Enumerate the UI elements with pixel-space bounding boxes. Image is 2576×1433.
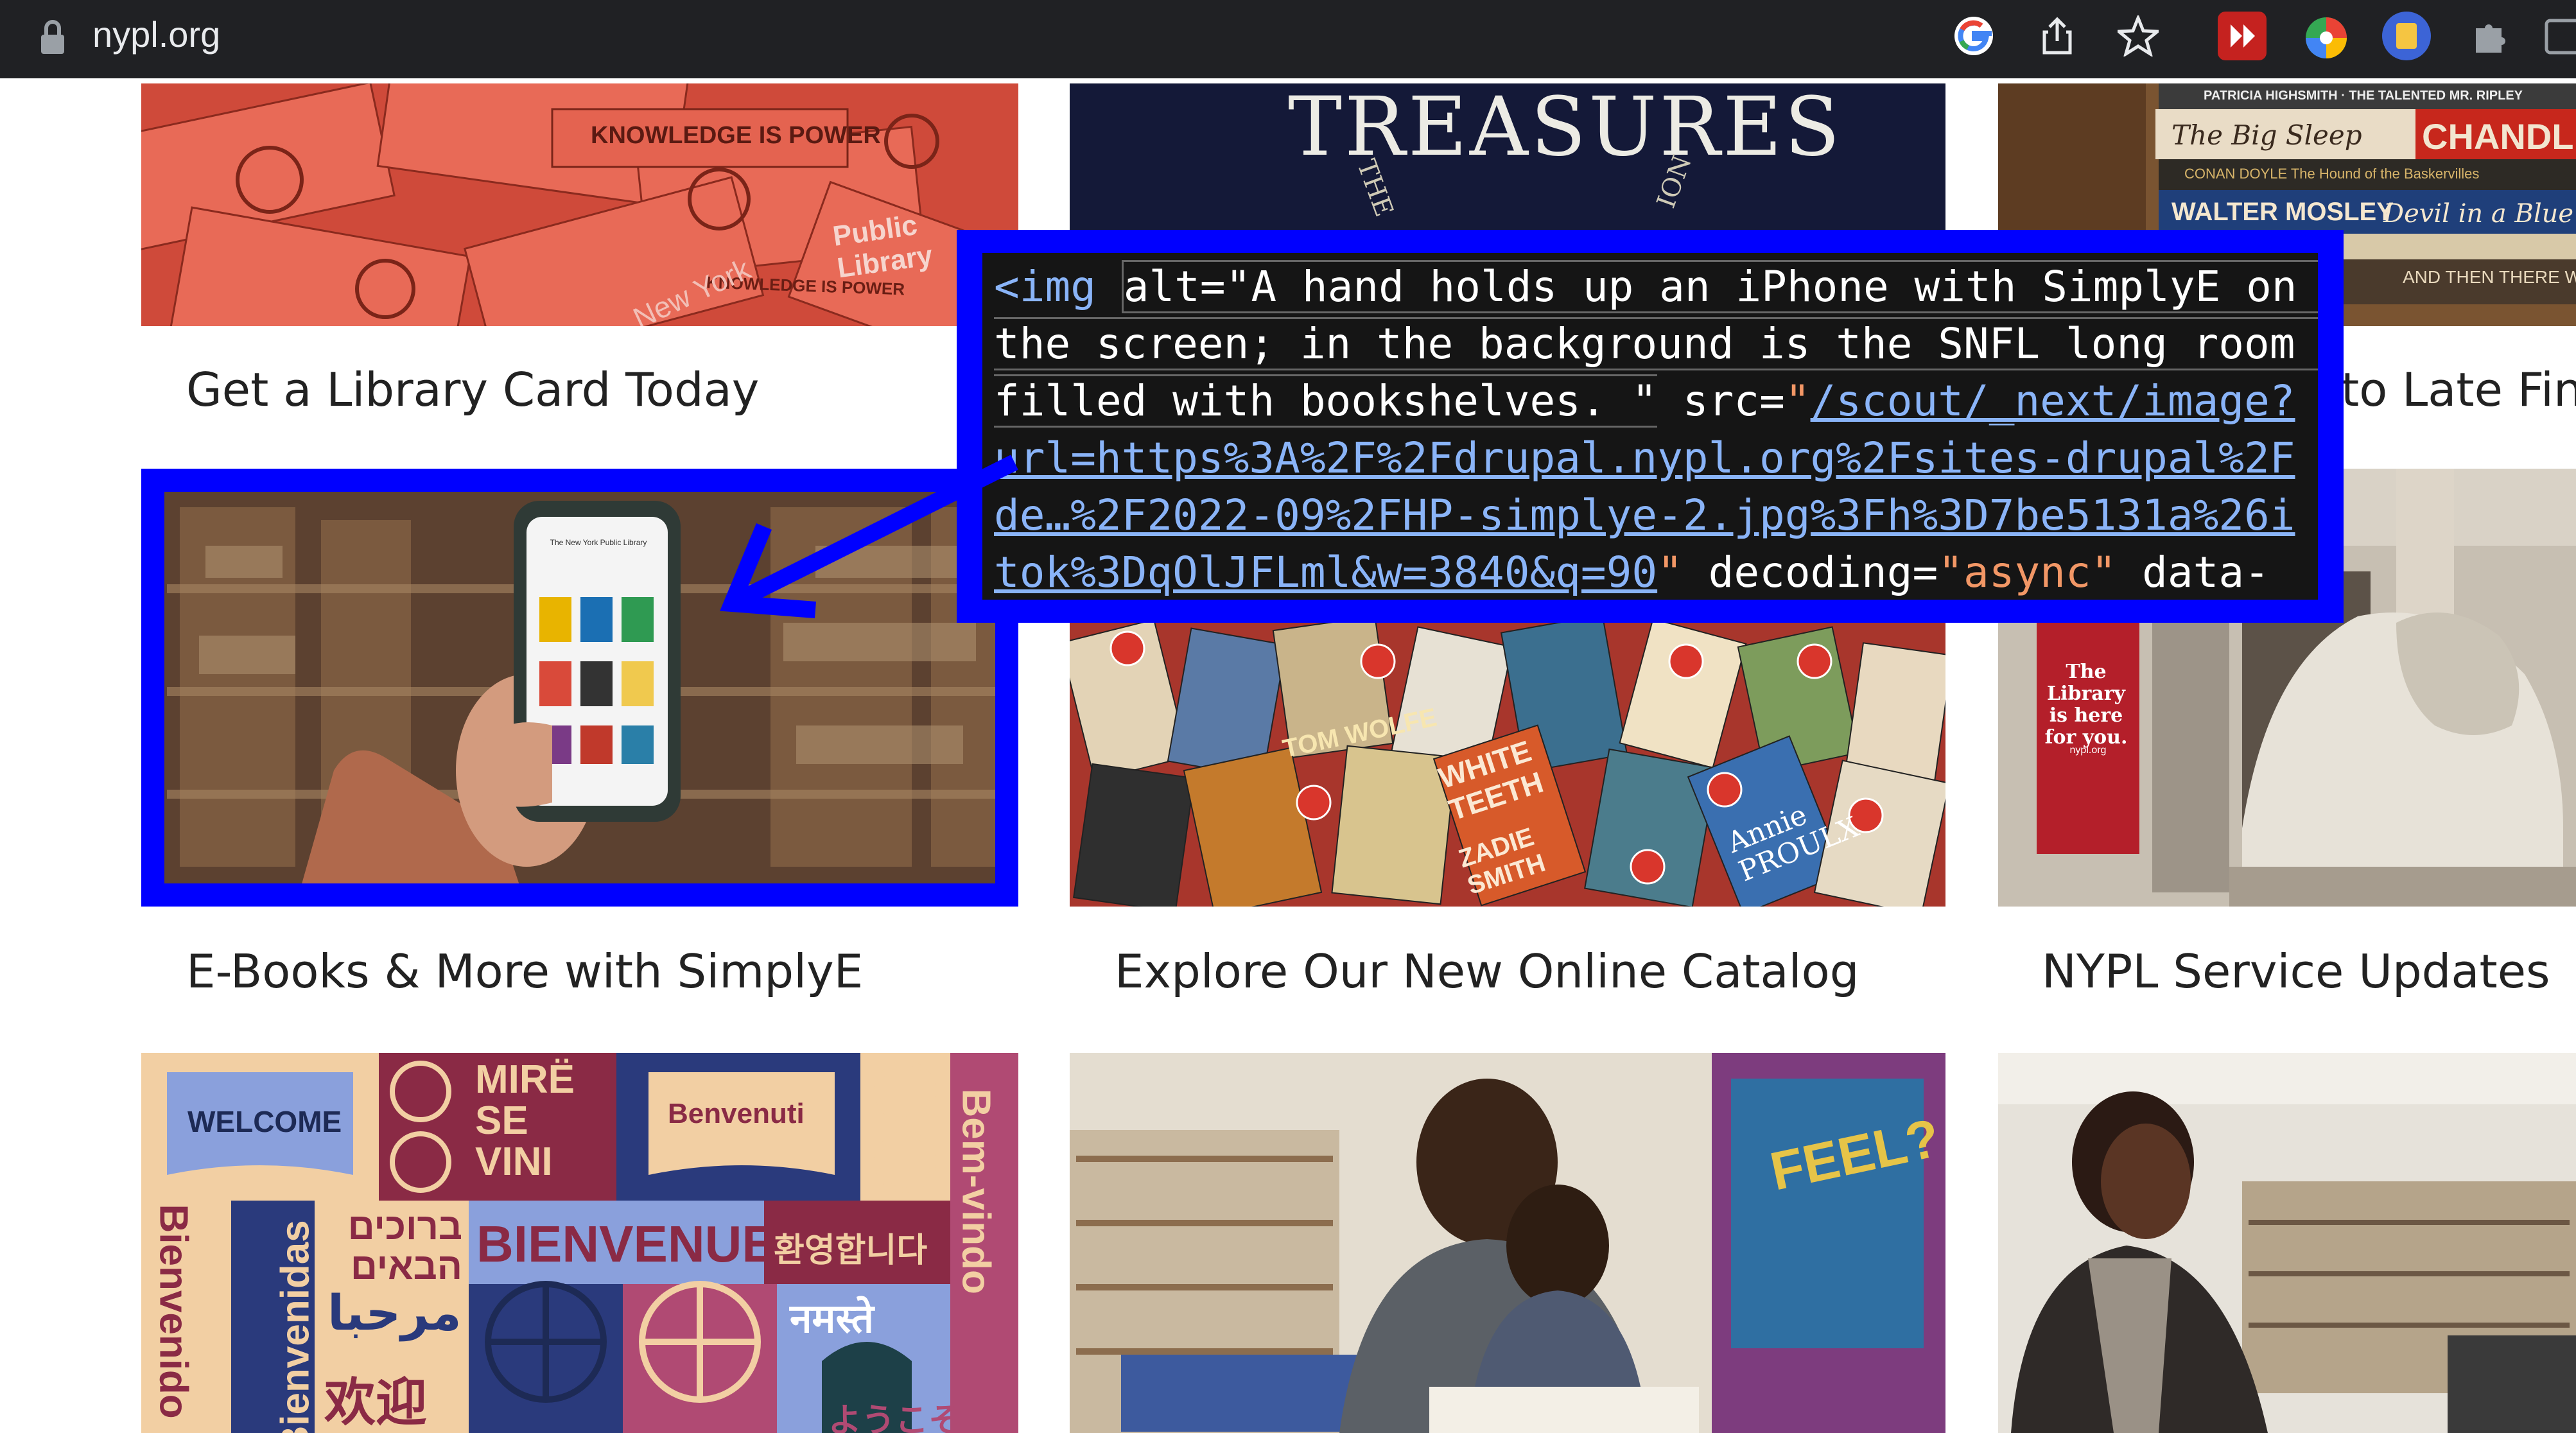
bienvenue-text: BIENVENUE bbox=[476, 1215, 776, 1272]
address-bar-url[interactable]: nypl.org bbox=[92, 14, 220, 55]
decoding-attr-token: decoding= bbox=[1682, 548, 1938, 597]
library-here-banner-text: The Library is here for you. bbox=[2044, 661, 2128, 749]
extensions-puzzle-icon[interactable] bbox=[2469, 15, 2511, 56]
welcome-languages-image[interactable]: WELCOME MIRË SE VINI Benvenuti ברוכים הב… bbox=[141, 1053, 1018, 1433]
library-card-image[interactable]: KNOWLEDGE IS POWER Public Library KNOWLE… bbox=[141, 83, 1018, 326]
chandler-spine-text: CHANDLER bbox=[2422, 116, 2576, 157]
bienvenido-text: Bienvenido bbox=[151, 1204, 196, 1419]
browser-toolbar: nypl.org bbox=[0, 0, 2576, 78]
card-title-library-card[interactable]: Get a Library Card Today bbox=[186, 361, 759, 419]
img-tag-token: <img bbox=[994, 262, 1096, 311]
card-title-service-updates[interactable]: NYPL Service Updates bbox=[2042, 942, 2550, 1000]
japanese-welcome-text: ようこそ bbox=[828, 1402, 962, 1433]
hebrew-welcome-text: ברוכים הבאים bbox=[347, 1206, 462, 1287]
bem-vindo-text: Bem-vindo bbox=[953, 1088, 998, 1294]
bienvenidas-text: Bienvenidas bbox=[273, 1220, 318, 1433]
bookmark-star-icon[interactable] bbox=[2118, 15, 2159, 56]
welcome-text: WELCOME bbox=[187, 1105, 342, 1138]
lock-icon bbox=[41, 20, 64, 54]
korean-welcome-text: 환영합니다 bbox=[774, 1232, 928, 1269]
and-then-spine-text: AND THEN THERE W bbox=[2403, 267, 2576, 287]
decoding-value-token: "async" bbox=[1938, 548, 2117, 597]
extension-color-wheel-icon[interactable] bbox=[2304, 15, 2349, 60]
data-attr-token: data- bbox=[2116, 548, 2270, 597]
arabic-welcome-text: مرحبا bbox=[327, 1286, 462, 1341]
knowledge-is-power-text: KNOWLEDGE IS POWER bbox=[591, 122, 881, 149]
big-sleep-spine-text: The Big Sleep bbox=[2171, 119, 2362, 151]
google-icon[interactable] bbox=[1953, 15, 1994, 56]
alt-attr-token: alt= bbox=[1123, 262, 1226, 311]
extension-blue-icon[interactable] bbox=[2382, 12, 2431, 60]
card-title-late-fines[interactable]: to Late Fine bbox=[2341, 361, 2576, 419]
woman-in-library-image[interactable] bbox=[1998, 1053, 2576, 1433]
chinese-welcome-text: 欢迎 bbox=[324, 1374, 427, 1431]
online-catalog-books-image[interactable]: TOM WOLFE WHITE TEETH ZADIE SMITH Annie … bbox=[1070, 623, 1945, 907]
share-icon[interactable] bbox=[2037, 15, 2078, 56]
devtools-inspector-tooltip: <img alt="A hand holds up an iPhone with… bbox=[957, 230, 2344, 623]
src-attr-token: src= bbox=[1657, 376, 1785, 426]
devil-blue-spine-text: Devil in a Blue bbox=[2383, 199, 2574, 229]
card-title-simplye[interactable]: E-Books & More with SimplyE bbox=[186, 942, 863, 1000]
highsmith-spine-text: PATRICIA HIGHSMITH · THE TALENTED MR. RI… bbox=[2204, 89, 2523, 103]
mosley-spine-text: WALTER MOSLEY bbox=[2171, 198, 2394, 226]
father-daughter-reading-image[interactable]: FEEL? bbox=[1070, 1053, 1945, 1433]
conan-doyle-spine-text: CONAN DOYLE The Hound of the Baskerville… bbox=[2184, 166, 2480, 182]
hindi-welcome-text: नमस्ते bbox=[790, 1297, 874, 1341]
inspector-code-block: <img alt="A hand holds up an iPhone with… bbox=[982, 253, 2318, 600]
benvenuti-text: Benvenuti bbox=[668, 1098, 805, 1129]
src-quote-open: " bbox=[1784, 376, 1811, 426]
mire-se-vini-text: MIRË SE VINI bbox=[475, 1057, 575, 1184]
nypl-org-banner-text: nypl.org bbox=[2069, 745, 2107, 756]
card-title-online-catalog[interactable]: Explore Our New Online Catalog bbox=[1115, 942, 1859, 1000]
window-icon[interactable] bbox=[2544, 15, 2576, 56]
src-quote-close: " bbox=[1657, 548, 1683, 597]
pointer-arrow-icon bbox=[720, 455, 1018, 618]
extension-red-icon[interactable] bbox=[2218, 12, 2267, 60]
